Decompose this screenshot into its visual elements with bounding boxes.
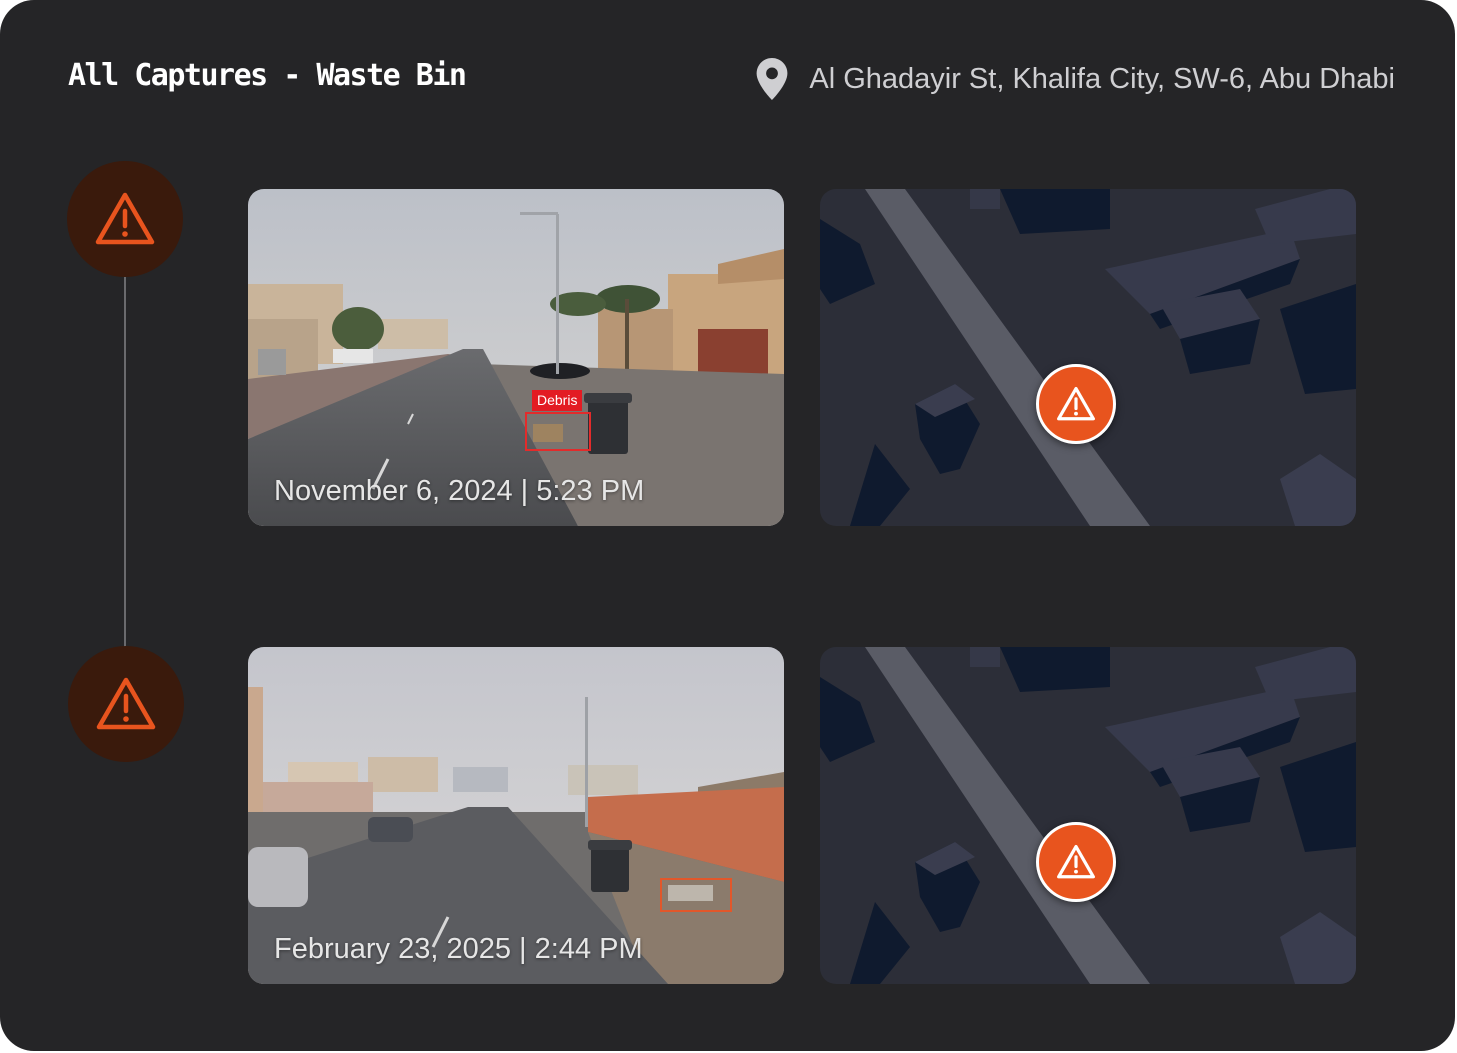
page-title: All Captures - Waste Bin <box>68 58 467 93</box>
warning-icon <box>1057 386 1095 421</box>
location-pin-icon <box>756 58 788 100</box>
timeline-alert-marker <box>68 646 184 762</box>
map-alert-pin[interactable] <box>1036 364 1116 444</box>
capture-map[interactable] <box>820 189 1356 526</box>
captures-panel: All Captures - Waste Bin Al Ghadayir St,… <box>0 0 1455 1051</box>
timeline-connector <box>124 270 126 655</box>
detection-label: Debris <box>532 390 583 411</box>
warning-icon <box>1057 844 1095 879</box>
capture-timestamp: November 6, 2024 | 5:23 PM <box>274 475 645 507</box>
map-alert-pin[interactable] <box>1036 822 1116 902</box>
location-text: Al Ghadayir St, Khalifa City, SW-6, Abu … <box>809 62 1395 95</box>
timeline-alert-marker <box>67 161 183 277</box>
capture-photo[interactable]: Debris November 6, 2024 | 5:23 PM <box>248 189 784 526</box>
map-view-image <box>820 647 1356 984</box>
capture-map[interactable] <box>820 647 1356 984</box>
capture-photo[interactable]: February 23, 2025 | 2:44 PM <box>248 647 784 984</box>
map-view-image <box>820 189 1356 526</box>
capture-timestamp: February 23, 2025 | 2:44 PM <box>274 933 643 965</box>
warning-icon <box>95 192 155 245</box>
warning-icon <box>96 677 156 730</box>
location-display: Al Ghadayir St, Khalifa City, SW-6, Abu … <box>755 58 1395 100</box>
detection-bounding-box <box>525 412 591 451</box>
detection-bounding-box <box>660 878 732 912</box>
